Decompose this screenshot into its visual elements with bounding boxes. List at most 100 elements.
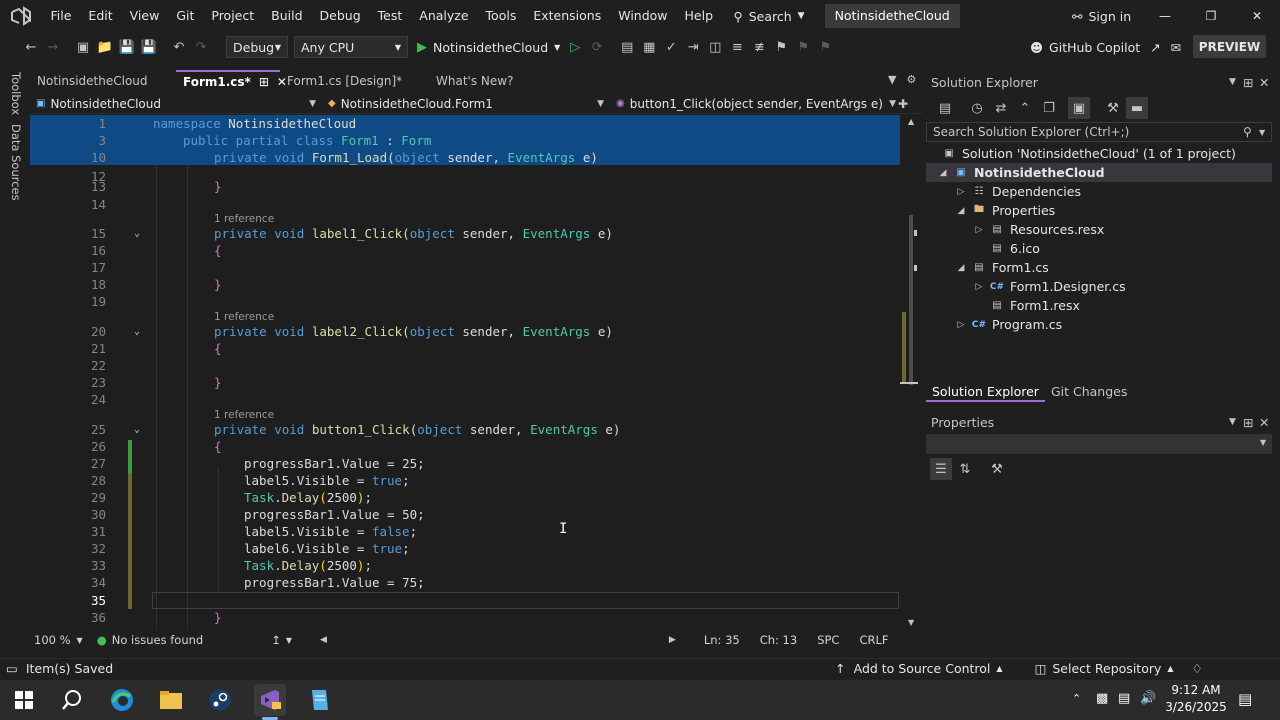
object-selector-dropdown[interactable]: ▼ xyxy=(926,434,1272,454)
column-indicator[interactable]: Ch: 13 xyxy=(760,633,797,647)
window-menu-icon[interactable]: ▼ xyxy=(1229,77,1236,87)
tree-item-project[interactable]: ◢ ▣ NotinsidetheCloud xyxy=(938,163,1105,182)
menu-build[interactable]: Build xyxy=(263,0,311,32)
solution-explorer-search-input[interactable]: Search Solution Explorer (Ctrl+;) ⚲ ▼ xyxy=(926,122,1272,142)
tree-item-resx[interactable]: ▤ Form1.resx xyxy=(974,296,1080,315)
collapse-all-icon[interactable]: ⌃ xyxy=(1014,97,1036,119)
notepad-icon[interactable] xyxy=(303,684,335,716)
collapse-icon[interactable]: ⌄ xyxy=(134,225,140,242)
collapsed-icon[interactable]: ▷ xyxy=(974,225,984,235)
alphabetical-icon[interactable]: ⇅ xyxy=(954,458,976,480)
window-menu-icon[interactable]: ▼ xyxy=(1229,417,1236,427)
data-sources-tab[interactable]: Data Sources xyxy=(9,124,23,201)
layout-icon[interactable]: ▦ xyxy=(638,36,660,58)
expanded-icon[interactable]: ◢ xyxy=(956,263,966,273)
bookmark-icon[interactable]: ⚑ xyxy=(770,36,792,58)
new-project-icon[interactable]: ▣ xyxy=(72,36,94,58)
tree-item-ico[interactable]: ▤ 6.ico xyxy=(974,239,1040,258)
tree-item-resources[interactable]: ▷ ▤ Resources.resx xyxy=(974,220,1105,239)
collapse-icon[interactable]: ⌄ xyxy=(134,323,140,340)
notifications-icon[interactable]: ▤ xyxy=(1238,690,1252,708)
tab-notinsidethecloud[interactable]: NotinsidetheCloud xyxy=(30,70,176,92)
navigate-forward-icon[interactable]: → xyxy=(42,36,64,58)
sync-icon[interactable]: ⇄ xyxy=(990,97,1012,119)
output-window-icon[interactable]: ▭ xyxy=(6,661,18,676)
tab-list-icon[interactable]: ▼ xyxy=(888,73,896,86)
menu-tools[interactable]: Tools xyxy=(477,0,525,32)
visual-studio-logo-icon[interactable] xyxy=(10,5,32,27)
volume-icon[interactable]: 🔊 xyxy=(1140,691,1156,706)
undo-icon[interactable]: ↶ xyxy=(168,36,190,58)
scroll-right-icon[interactable]: ▶ xyxy=(669,635,676,645)
tab-form1-cs[interactable]: Form1.cs* ⊞ ✕ xyxy=(176,70,287,92)
pin-icon[interactable]: ⊞ xyxy=(1243,415,1253,430)
menu-edit[interactable]: Edit xyxy=(80,0,121,32)
uncomment-icon[interactable]: ≢ xyxy=(748,36,770,58)
settings-gear-icon[interactable]: ⚙ xyxy=(906,73,916,86)
start-debugging-button[interactable]: ▶ NotinsidetheCloud ▼ xyxy=(417,40,560,55)
network-icon[interactable]: ▤ xyxy=(1118,691,1130,706)
platform-dropdown[interactable]: Any CPU ▼ xyxy=(294,36,408,58)
reference-codelens[interactable]: 1 reference xyxy=(214,409,274,421)
preview-selected-icon[interactable]: ▬ xyxy=(1126,97,1148,119)
menu-view[interactable]: View xyxy=(121,0,168,32)
tab-git-changes[interactable]: Git Changes xyxy=(1045,382,1133,402)
open-file-icon[interactable]: 📁 xyxy=(94,36,116,58)
save-icon[interactable]: 💾 xyxy=(116,36,138,58)
scroll-down-icon[interactable]: ▼ xyxy=(908,618,914,627)
properties-wrench-icon[interactable]: ⚒ xyxy=(1102,97,1124,119)
line-indicator[interactable]: Ln: 35 xyxy=(704,633,740,647)
history-icon[interactable]: ◷ xyxy=(966,97,988,119)
tree-item-form1[interactable]: ◢ ▤ Form1.cs xyxy=(956,258,1049,277)
tree-item-dependencies[interactable]: ▷ ☷ Dependencies xyxy=(956,182,1081,201)
edge-browser-icon[interactable] xyxy=(106,684,138,716)
file-explorer-icon[interactable] xyxy=(155,684,187,716)
steam-icon[interactable] xyxy=(204,684,236,716)
tree-item-program[interactable]: ▷ C# Program.cs xyxy=(956,315,1063,334)
search-icon[interactable] xyxy=(56,684,88,716)
line-ending-indicator[interactable]: CRLF xyxy=(859,633,888,647)
menu-window[interactable]: Window xyxy=(610,0,676,32)
reference-codelens[interactable]: 1 reference xyxy=(214,311,274,323)
menu-debug[interactable]: Debug xyxy=(311,0,369,32)
toolbox-tab[interactable]: Toolbox xyxy=(9,72,23,115)
show-hidden-icons-icon[interactable]: ⌃ xyxy=(1072,692,1081,705)
categorized-icon[interactable]: ☰ xyxy=(930,458,952,480)
spell-check-icon[interactable]: ✓ xyxy=(660,36,682,58)
tree-item-solution[interactable]: ▣ Solution 'NotinsidetheCloud' (1 of 1 p… xyxy=(942,144,1236,163)
issues-status[interactable]: No issues found xyxy=(112,633,203,647)
chevron-down-icon[interactable]: ▼ xyxy=(1259,128,1265,137)
close-icon[interactable]: ✕ xyxy=(1259,415,1269,430)
menu-analyze[interactable]: Analyze xyxy=(411,0,477,32)
sign-in-button[interactable]: ⚯ Sign in xyxy=(1072,0,1131,32)
preview-button[interactable]: PREVIEW xyxy=(1193,35,1266,58)
search-menu[interactable]: ⚲ Search ▼ xyxy=(734,9,805,24)
project-dropdown[interactable]: ▣ NotinsidetheCloud ▼ xyxy=(30,95,322,113)
bookmark-prev-icon[interactable]: ⚑ xyxy=(792,36,814,58)
redo-icon[interactable]: ↷ xyxy=(190,36,212,58)
menu-file[interactable]: File xyxy=(42,0,80,32)
tree-item-designer[interactable]: ▷ C# Form1.Designer.cs xyxy=(974,277,1126,296)
select-repository-button[interactable]: Select Repository xyxy=(1052,661,1161,676)
github-copilot-button[interactable]: ☻ GitHub Copilot ↗ ✉ xyxy=(1030,32,1181,62)
zoom-level[interactable]: 100 % xyxy=(34,633,71,647)
editor-vertical-scrollbar[interactable]: ▲ ▼ xyxy=(900,115,922,630)
tree-item-properties[interactable]: ◢ 🖿 Properties xyxy=(956,201,1056,220)
device-icon[interactable]: ▩ xyxy=(1096,691,1108,706)
reference-codelens[interactable]: 1 reference xyxy=(214,213,274,225)
visual-studio-taskbar-icon[interactable] xyxy=(254,684,286,716)
collapsed-icon[interactable]: ▷ xyxy=(956,187,966,197)
add-source-control-button[interactable]: Add to Source Control xyxy=(854,661,991,676)
scroll-thumb[interactable] xyxy=(909,215,913,385)
expanded-icon[interactable]: ◢ xyxy=(956,206,966,216)
windows-start-icon[interactable] xyxy=(8,684,40,716)
navigate-back-icon[interactable]: ← xyxy=(20,36,42,58)
menu-git[interactable]: Git xyxy=(168,0,203,32)
tab-whats-new[interactable]: What's New? xyxy=(426,70,546,92)
property-pages-icon[interactable]: ⚒ xyxy=(986,458,1008,480)
save-all-icon[interactable]: 💾 xyxy=(138,36,160,58)
chevron-down-icon[interactable]: ▼ xyxy=(286,636,292,645)
whitespace-indicator[interactable]: SPC xyxy=(817,633,839,647)
tab-solution-explorer[interactable]: Solution Explorer xyxy=(926,382,1045,402)
pin-icon[interactable]: ⊞ xyxy=(259,75,269,89)
